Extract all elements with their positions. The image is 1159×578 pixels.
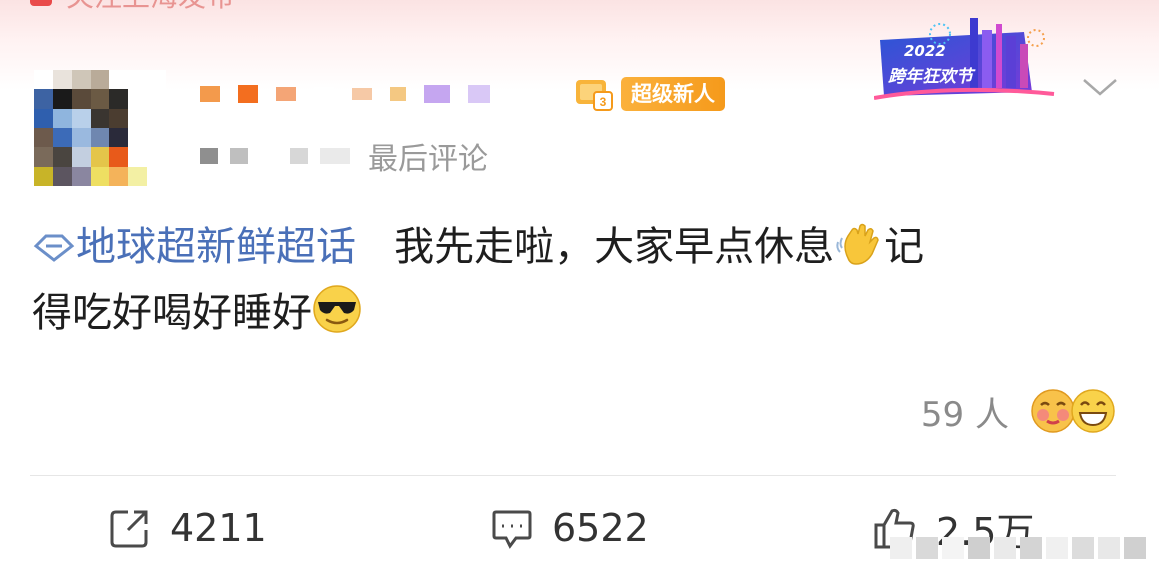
watermark-mosaic xyxy=(890,530,1150,566)
super-topic-link[interactable]: 地球超新鲜超话 xyxy=(32,224,356,270)
divider xyxy=(30,475,1116,476)
top-peek-bar: 关注上海发布 xyxy=(30,0,234,13)
redacted-block xyxy=(314,87,334,101)
post-content: 地球超新鲜超话 我先走啦，大家早点休息 记 得吃好喝好睡好 xyxy=(32,214,1122,346)
diamond-topic-icon xyxy=(33,234,75,262)
redacted-block xyxy=(390,87,406,101)
repost-count: 4211 xyxy=(170,506,267,550)
super-newcomer-badge[interactable]: 超级新人 xyxy=(621,77,725,111)
repost-button[interactable]: 4211 xyxy=(108,498,267,558)
redacted-block xyxy=(200,86,220,102)
redacted-block xyxy=(200,148,218,164)
vip-level-icon: 3 xyxy=(576,80,613,111)
post-meta: 最后评论 xyxy=(200,136,488,177)
redacted-block xyxy=(290,148,308,164)
svg-text:3: 3 xyxy=(600,95,607,109)
redacted-block xyxy=(320,148,350,164)
super-topic-label: 地球超新鲜超话 xyxy=(76,224,356,270)
festival-name: 跨年狂欢节 xyxy=(888,67,973,87)
username-redacted[interactable] xyxy=(200,74,560,114)
avatar[interactable] xyxy=(34,70,166,186)
redacted-block xyxy=(276,87,296,101)
sunglasses-emoji xyxy=(313,285,361,333)
grin-face-icon xyxy=(1071,389,1115,433)
post-text-line2a: 记 xyxy=(884,224,925,270)
redacted-block xyxy=(352,88,372,100)
peek-text: 关注上海发布 xyxy=(66,0,234,15)
waving-hand-emoji xyxy=(836,223,879,265)
share-icon xyxy=(110,510,148,548)
comment-count: 6522 xyxy=(552,506,649,550)
comment-icon xyxy=(492,510,532,549)
redacted-block xyxy=(424,85,450,103)
festival-year: 2022 xyxy=(904,42,946,60)
more-options-button[interactable] xyxy=(1080,70,1120,104)
peek-app-icon xyxy=(30,0,52,6)
festival-badge-graphic xyxy=(873,18,1055,100)
redacted-block xyxy=(260,148,278,164)
redacted-block xyxy=(238,85,258,103)
post-text-line1: 我先走啦，大家早点休息 xyxy=(394,224,835,270)
reaction-summary[interactable]: 59 人 xyxy=(921,384,1117,438)
reaction-count: 59 人 xyxy=(920,394,1009,435)
post-text-line2b: 得吃好喝好睡好 xyxy=(32,290,312,336)
redacted-block xyxy=(230,148,248,164)
comment-button[interactable]: 6522 xyxy=(490,498,649,558)
new-year-festival-badge[interactable]: 2022 跨年狂欢节 xyxy=(873,14,1064,100)
chevron-down-icon xyxy=(1083,79,1117,96)
last-comment-label: 最后评论 xyxy=(368,142,488,177)
redacted-block xyxy=(468,85,490,103)
